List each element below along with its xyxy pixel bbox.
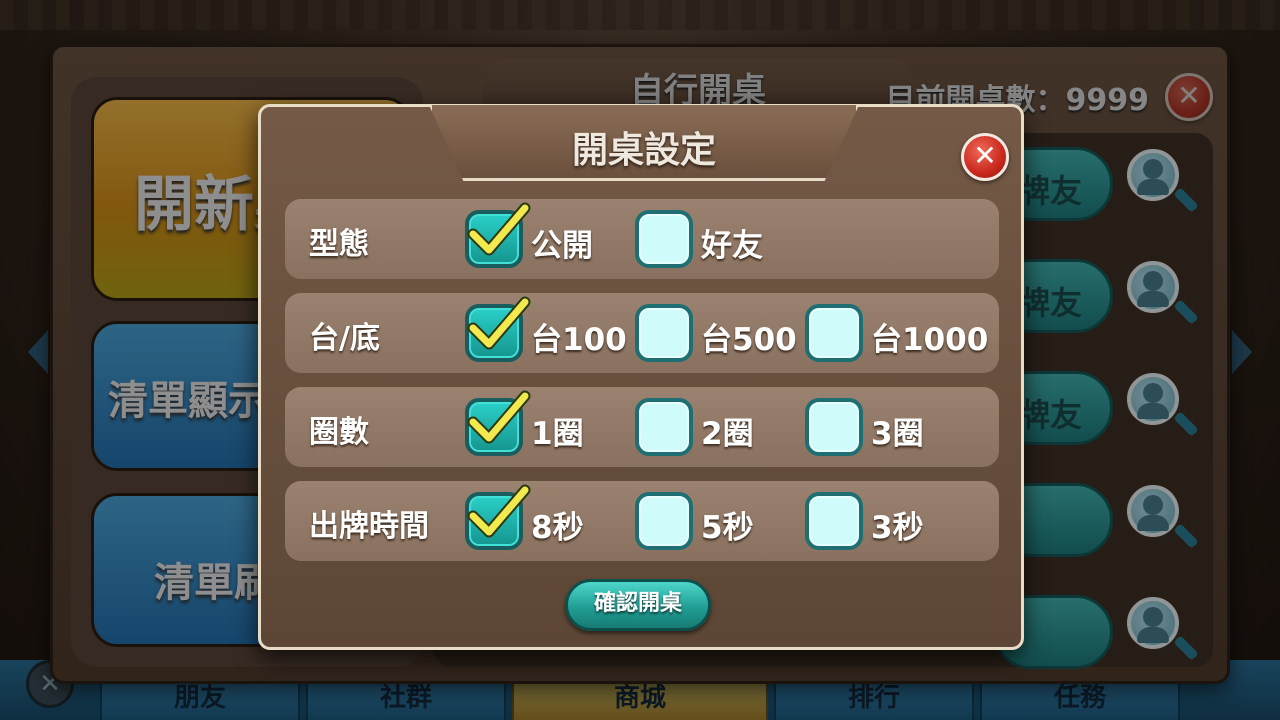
confirm-create-table-button[interactable]: 確認開桌: [565, 579, 711, 631]
option-label: 台500: [701, 322, 797, 358]
row-label-type: 型態: [309, 227, 369, 262]
option-label: 1圈: [531, 416, 584, 452]
option-label: 好友: [701, 228, 763, 264]
row-stake: 台/底 台100 台500 台1000: [285, 293, 999, 373]
checkmark-icon: [467, 390, 531, 444]
row-label-rounds: 圈數: [309, 415, 369, 450]
table-settings-modal: 開桌設定 ✕ 型態 公開 好友 台/底 台100 台500 台1000 圈數 1…: [258, 104, 1024, 650]
checkbox-unchecked[interactable]: [635, 398, 693, 456]
checkbox-unchecked[interactable]: [635, 304, 693, 362]
checkbox-unchecked[interactable]: [805, 492, 863, 550]
option-label: 公開: [531, 228, 593, 264]
checkbox-unchecked[interactable]: [805, 304, 863, 362]
checkmark-icon: [467, 296, 531, 350]
modal-close-button[interactable]: ✕: [961, 133, 1009, 181]
row-type: 型態 公開 好友: [285, 199, 999, 279]
row-label-stake: 台/底: [309, 321, 380, 356]
row-label-turn-time: 出牌時間: [309, 509, 429, 544]
checkmark-icon: [467, 484, 531, 538]
modal-title: 開桌設定: [571, 130, 716, 171]
option-label: 台1000: [871, 322, 989, 358]
row-turn-time: 出牌時間 8秒 5秒 3秒: [285, 481, 999, 561]
option-label: 3秒: [871, 510, 924, 546]
option-label: 2圈: [701, 416, 754, 452]
option-label: 5秒: [701, 510, 754, 546]
option-label: 8秒: [531, 510, 584, 546]
checkbox-unchecked[interactable]: [635, 492, 693, 550]
checkbox-unchecked[interactable]: [805, 398, 863, 456]
row-rounds: 圈數 1圈 2圈 3圈: [285, 387, 999, 467]
option-label: 台100: [531, 322, 627, 358]
option-label: 3圈: [871, 416, 924, 452]
checkmark-icon: [467, 202, 531, 256]
checkbox-unchecked[interactable]: [635, 210, 693, 268]
